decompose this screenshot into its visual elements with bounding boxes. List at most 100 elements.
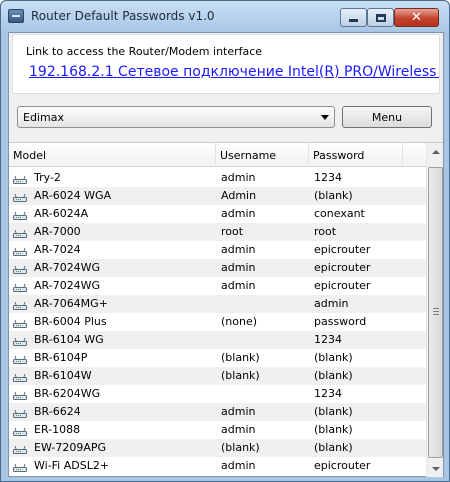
close-button[interactable]: ✕ — [394, 8, 439, 27]
table-row[interactable]: Try-2 admin 1234 — [9, 169, 426, 187]
cell-username: (none) — [221, 315, 258, 328]
cell-password: (blank) — [314, 423, 353, 436]
cell-username: admin — [221, 171, 256, 184]
cell-model: BR-6104W — [34, 369, 92, 382]
cell-password: 1234 — [314, 171, 342, 184]
scrollbar-thumb[interactable] — [428, 167, 443, 458]
router-icon — [13, 246, 27, 256]
table-row[interactable]: BR-6104 WG 1234 — [9, 331, 426, 349]
cell-password: epicrouter — [314, 279, 371, 292]
chevron-down-icon[interactable] — [321, 115, 329, 120]
arrow-up-icon — [431, 149, 440, 154]
cell-username: (blank) — [221, 351, 260, 364]
app-window: Router Default Passwords v1.0 ✕ Link to … — [0, 0, 450, 482]
table-row[interactable]: AR-7024WG admin epicrouter — [9, 277, 426, 295]
cell-model: AR-7024 — [34, 243, 81, 256]
table-row[interactable]: AR-7000 root root — [9, 223, 426, 241]
table-row[interactable]: BR-6204WG 1234 — [9, 385, 426, 403]
column-header-model[interactable]: Model — [9, 143, 216, 167]
table-row[interactable]: BR-6004 Plus (none) password — [9, 313, 426, 331]
cell-username: admin — [221, 279, 256, 292]
router-icon — [13, 282, 27, 292]
scroll-up-button[interactable] — [427, 143, 444, 160]
router-icon — [13, 210, 27, 220]
table-row[interactable]: AR-6024A admin conexant — [9, 205, 426, 223]
list-header: Model Username Password — [9, 143, 426, 167]
cell-password: admin — [314, 297, 349, 310]
cell-password: epicrouter — [314, 243, 371, 256]
cell-username: admin — [221, 405, 256, 418]
arrow-down-icon — [431, 466, 440, 471]
minimize-icon — [349, 19, 358, 22]
scroll-down-button[interactable] — [427, 460, 444, 477]
cell-password: epicrouter — [314, 261, 371, 274]
grip-icon — [433, 308, 439, 315]
app-icon — [8, 9, 24, 23]
cell-password: password — [314, 315, 367, 328]
cell-password: (blank) — [314, 351, 353, 364]
router-icon — [13, 462, 27, 472]
cell-model: BR-6104P — [34, 351, 88, 364]
cell-password: root — [314, 225, 337, 238]
column-header-username[interactable]: Username — [216, 143, 309, 167]
client-area: Link to access the Router/Modem interfac… — [8, 32, 444, 477]
table-row[interactable]: AR-7064MG+ admin — [9, 295, 426, 313]
title-bar[interactable]: Router Default Passwords v1.0 ✕ — [1, 1, 449, 31]
cell-model: EW-7209APG — [34, 441, 107, 454]
cell-password: (blank) — [314, 405, 353, 418]
menu-button[interactable]: Menu — [342, 106, 432, 128]
cell-password: (blank) — [314, 369, 353, 382]
router-icon — [13, 372, 27, 382]
table-row[interactable]: ER-1088 admin (blank) — [9, 421, 426, 439]
column-header-password[interactable]: Password — [309, 143, 403, 167]
cell-model: AR-7064MG+ — [34, 297, 108, 310]
cell-model: AR-7024WG — [34, 261, 101, 274]
password-list[interactable]: Model Username Password Try-2 admin 1234 AR… — [9, 142, 443, 477]
cell-username: admin — [221, 423, 256, 436]
link-group: Link to access the Router/Modem interfac… — [12, 34, 440, 94]
maximize-button[interactable] — [367, 8, 394, 27]
vendor-select[interactable]: Edimax — [17, 106, 335, 128]
cell-password: (blank) — [314, 189, 353, 202]
cell-model: BR-6624 — [34, 405, 81, 418]
vertical-scrollbar[interactable] — [426, 143, 443, 477]
router-icon — [13, 300, 27, 310]
router-interface-link[interactable]: 192.168.2.1 Сетевое подключение Intel(R)… — [29, 64, 439, 80]
table-row[interactable]: AR-7024 admin epicrouter — [9, 241, 426, 259]
cell-username: admin — [221, 207, 256, 220]
table-row[interactable]: BR-6624 admin (blank) — [9, 403, 426, 421]
router-icon — [13, 426, 27, 436]
table-row[interactable]: BR-6104P (blank) (blank) — [9, 349, 426, 367]
window-title: Router Default Passwords v1.0 — [31, 9, 215, 23]
cell-model: AR-7024WG — [34, 279, 101, 292]
minimize-button[interactable] — [340, 8, 367, 27]
vendor-select-value: Edimax — [23, 111, 64, 124]
cell-model: AR-6024 WGA — [34, 189, 112, 202]
cell-model: BR-6204WG — [34, 387, 101, 400]
close-icon: ✕ — [411, 10, 422, 25]
router-icon — [13, 336, 27, 346]
cell-model: AR-6024A — [34, 207, 89, 220]
router-icon — [13, 354, 27, 364]
router-icon — [13, 228, 27, 238]
router-icon — [13, 264, 27, 274]
table-row[interactable]: EW-7209APG (blank) (blank) — [9, 439, 426, 457]
table-row[interactable]: Wi-Fi ADSL2+ admin epicrouter — [9, 457, 426, 475]
cell-password: 1234 — [314, 333, 342, 346]
cell-password: (blank) — [314, 441, 353, 454]
maximize-icon — [375, 13, 386, 22]
cell-model: Try-2 — [34, 171, 61, 184]
cell-username: admin — [221, 243, 256, 256]
table-row[interactable]: AR-7024WG admin epicrouter — [9, 259, 426, 277]
cell-model: AR-7000 — [34, 225, 81, 238]
cell-username: admin — [221, 261, 256, 274]
table-row[interactable]: AR-6024 WGA Admin (blank) — [9, 187, 426, 205]
cell-password: epicrouter — [314, 459, 371, 472]
cell-username: root — [221, 225, 244, 238]
router-icon — [13, 408, 27, 418]
cell-model: BR-6004 Plus — [34, 315, 107, 328]
link-label: Link to access the Router/Modem interfac… — [26, 45, 263, 58]
cell-password: 1234 — [314, 387, 342, 400]
cell-username: admin — [221, 459, 256, 472]
table-row[interactable]: BR-6104W (blank) (blank) — [9, 367, 426, 385]
